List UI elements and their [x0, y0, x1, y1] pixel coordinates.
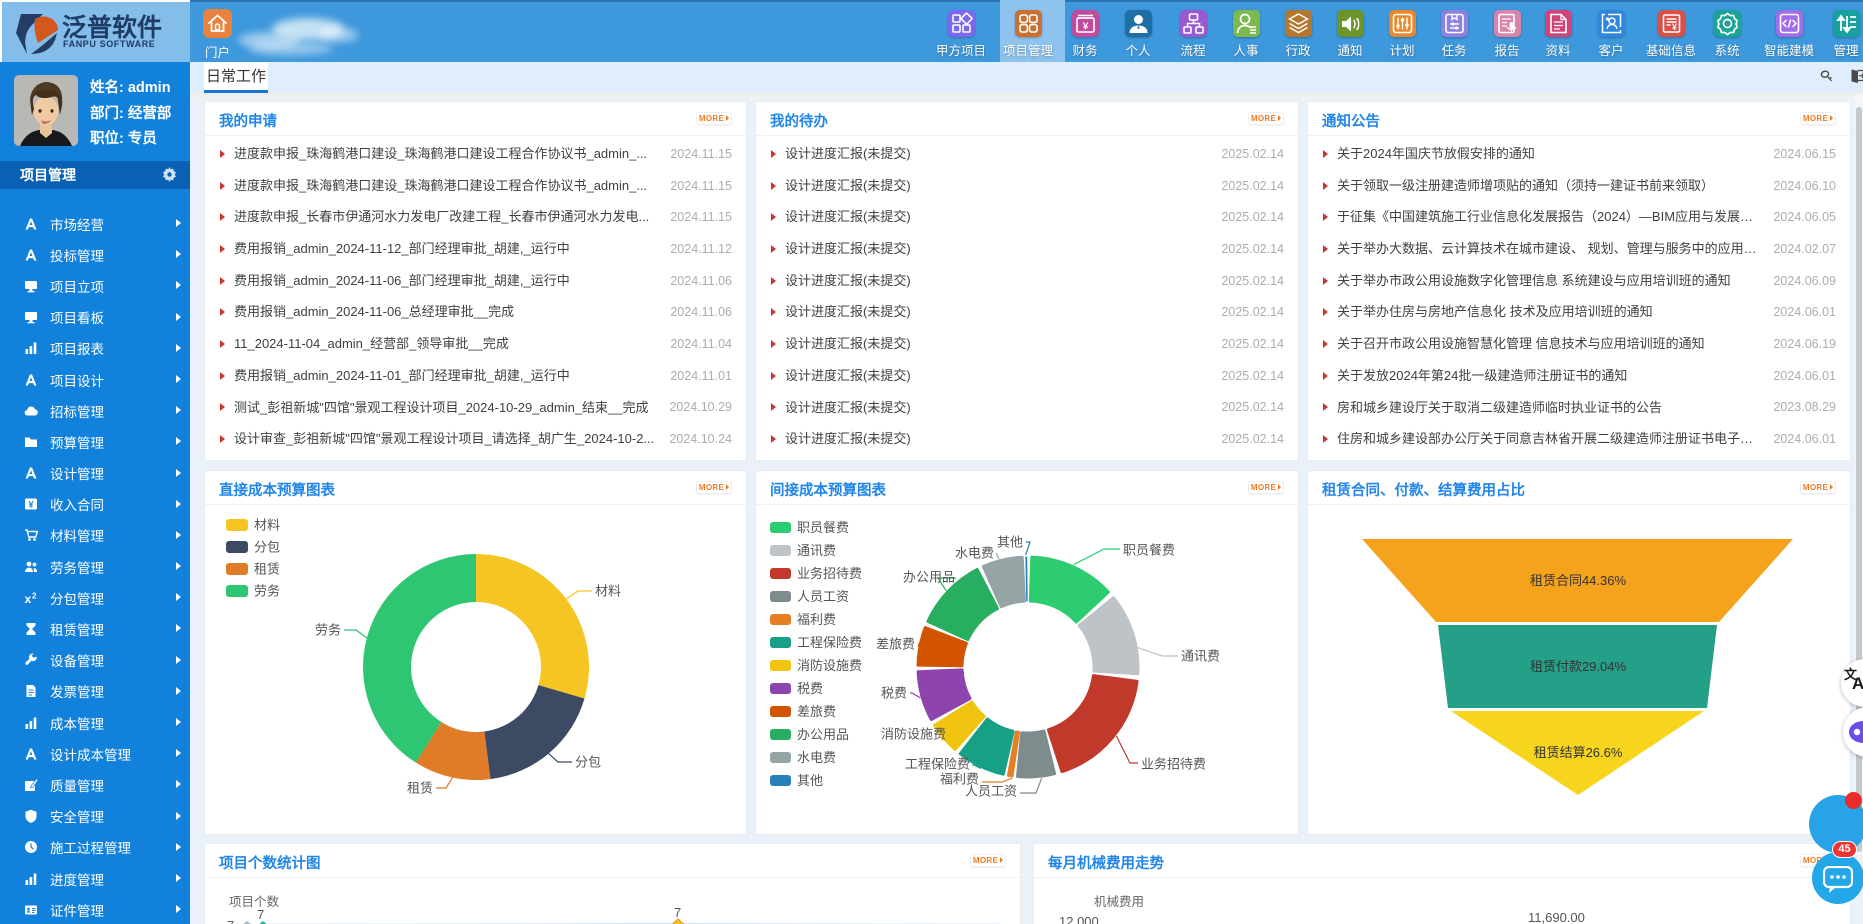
svg-text:材料: 材料: [595, 584, 621, 599]
svg-text:分包: 分包: [575, 755, 601, 770]
svg-text:税费: 税费: [881, 686, 907, 701]
svg-text:分包: 分包: [254, 540, 280, 555]
svg-text:租赁结算26.6%: 租赁结算26.6%: [1534, 745, 1623, 760]
svg-text:差旅费: 差旅费: [797, 704, 836, 719]
svg-text:人员工资: 人员工资: [797, 589, 849, 604]
svg-text:水电费: 水电费: [955, 546, 994, 561]
svg-text:消防设施费: 消防设施费: [797, 658, 862, 673]
svg-text:福利费: 福利费: [797, 612, 836, 627]
svg-text:工程保险费: 工程保险费: [797, 635, 862, 650]
svg-text:劳务: 劳务: [254, 584, 280, 599]
svg-text:劳务: 劳务: [315, 623, 341, 638]
svg-text:消防设施费: 消防设施费: [881, 727, 946, 742]
svg-text:办公用品: 办公用品: [903, 570, 955, 585]
svg-text:租赁合同44.36%: 租赁合同44.36%: [1530, 573, 1627, 588]
svg-text:材料: 材料: [254, 518, 280, 533]
svg-text:业务招待费: 业务招待费: [1141, 757, 1206, 772]
svg-text:职员餐费: 职员餐费: [1123, 543, 1175, 558]
svg-text:租赁付款29.04%: 租赁付款29.04%: [1530, 659, 1627, 674]
svg-text:其他: 其他: [997, 535, 1023, 550]
svg-text:职员餐费: 职员餐费: [797, 520, 849, 535]
svg-text:办公用品: 办公用品: [797, 727, 849, 742]
svg-text:通讯费: 通讯费: [797, 543, 836, 558]
svg-text:税费: 税费: [797, 681, 823, 696]
svg-text:租赁: 租赁: [407, 781, 433, 796]
svg-text:通讯费: 通讯费: [1181, 649, 1220, 664]
svg-text:差旅费: 差旅费: [876, 637, 915, 652]
svg-text:福利费: 福利费: [940, 772, 979, 787]
svg-text:租赁: 租赁: [254, 562, 280, 577]
svg-text:业务招待费: 业务招待费: [797, 566, 862, 581]
svg-text:其他: 其他: [797, 773, 823, 788]
svg-text:水电费: 水电费: [797, 750, 836, 765]
svg-text:工程保险费: 工程保险费: [905, 757, 970, 772]
